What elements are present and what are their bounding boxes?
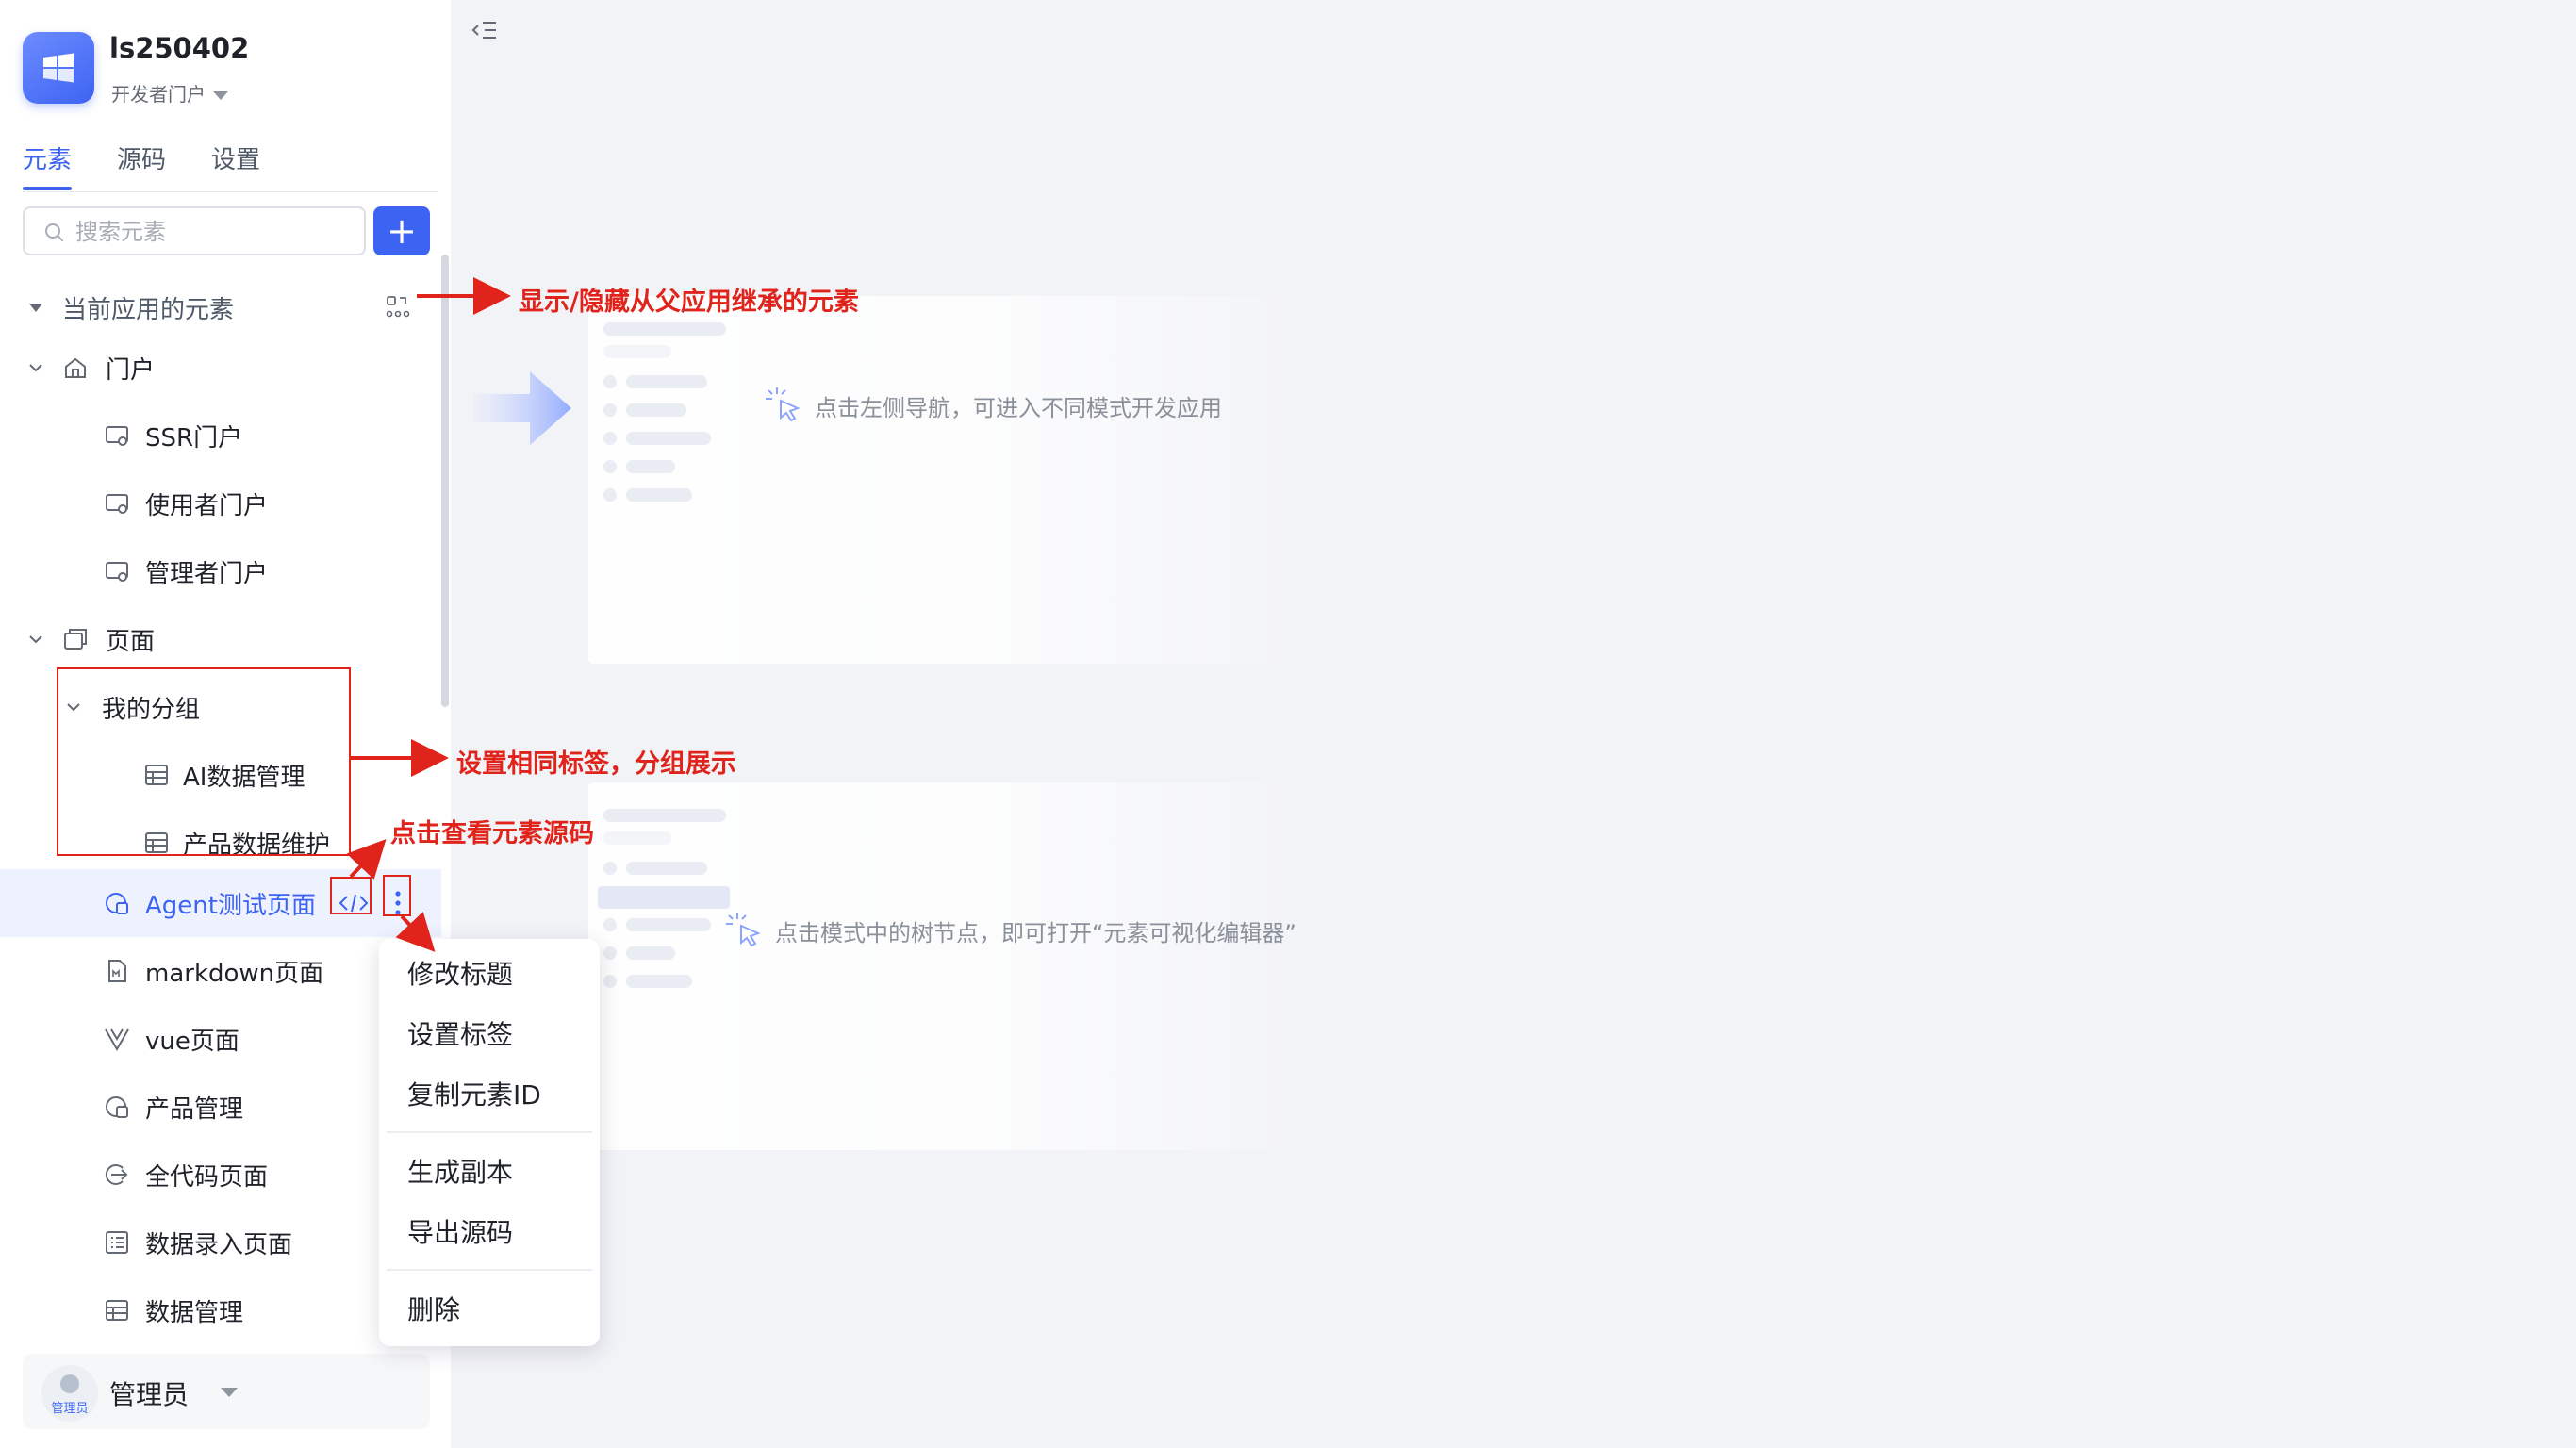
sidebar-tabs: 元素 源码 设置 (23, 141, 438, 192)
portal-switcher[interactable]: 开发者门户 (111, 79, 228, 107)
pages-icon (64, 629, 87, 650)
tree-item-label: markdown页面 (145, 960, 324, 988)
main-area: 点击左侧导航，可进入不同模式开发应用 点击模式中的树节点，即可打开“元素可视化编… (451, 0, 2576, 1448)
menu-item-rename[interactable]: 修改标题 (407, 954, 513, 992)
redirect-icon (105, 1164, 128, 1185)
chevron-down-icon (29, 364, 42, 372)
avatar-head-icon (60, 1374, 79, 1393)
click-cursor-icon (766, 387, 801, 422)
tree-item-label: vue页面 (145, 1028, 239, 1056)
tab-elements[interactable]: 元素 (23, 141, 73, 190)
menu-divider (387, 1269, 592, 1271)
caret-down-icon (221, 1388, 238, 1397)
tree-item-label: 数据录入页面 (145, 1231, 293, 1259)
preview-card-modes: 点击左侧导航，可进入不同模式开发应用 (588, 296, 1324, 664)
user-name: 管理员 (109, 1379, 190, 1410)
annotation-group-tag: 设置相同标签，分组展示 (456, 749, 736, 779)
section-title: 当前应用的元素 (62, 296, 235, 324)
click-cursor-icon (726, 913, 761, 947)
home-icon (65, 357, 86, 378)
tree-item-user-portal[interactable]: 使用者门户 (0, 469, 441, 537)
tree-item-label: 使用者门户 (145, 492, 269, 520)
tree-item-agent-test-page[interactable]: Agent测试页面 (0, 869, 441, 937)
tree-item-label: 全代码页面 (145, 1163, 269, 1192)
element-context-menu: 修改标题 设置标签 复制元素ID 生成副本 导出源码 删除 (379, 939, 600, 1346)
tree-item-label: Agent测试页面 (145, 892, 316, 920)
tree-scrollbar[interactable] (441, 255, 449, 707)
search-input[interactable] (75, 216, 349, 248)
tree-group-pages[interactable]: 页面 (0, 605, 441, 673)
caret-down-icon (29, 304, 42, 312)
tree-item-data-entry-page[interactable]: 数据录入页面 (0, 1209, 441, 1276)
page-icon (106, 893, 128, 914)
form-icon (106, 1231, 128, 1254)
add-element-button[interactable]: + (373, 206, 430, 255)
collapse-sidebar-icon[interactable] (471, 19, 500, 43)
app-header: ls250402 开发者门户 (23, 32, 438, 117)
tree-group-label: 页面 (106, 628, 156, 656)
tree-item-label: 管理者门户 (145, 560, 269, 588)
section-current-app[interactable]: 当前应用的元素 (0, 273, 441, 341)
caret-down-icon (213, 91, 228, 100)
annotation-more-box (383, 875, 411, 916)
tab-source[interactable]: 源码 (117, 141, 166, 189)
chevron-down-icon (29, 635, 42, 644)
guide-arrow-icon (473, 371, 571, 445)
tree-item-label: 产品管理 (145, 1095, 244, 1124)
hint-tree-node: 点击模式中的树节点，即可打开“元素可视化编辑器” (726, 913, 1296, 947)
avatar-badge: 管理员 (51, 1402, 89, 1416)
annotation-inherit-toggle: 显示/隐藏从父应用继承的元素 (519, 288, 859, 317)
app-name: ls250402 (109, 32, 250, 64)
menu-item-copy-id[interactable]: 复制元素ID (407, 1075, 541, 1112)
search-icon (45, 223, 63, 241)
preview-card-tree: 点击模式中的树节点，即可打开“元素可视化编辑器” (588, 782, 1324, 1150)
tab-settings[interactable]: 设置 (211, 141, 260, 189)
annotation-view-source: 点击查看元素源码 (390, 819, 594, 848)
markdown-file-icon (108, 960, 126, 982)
portal-icon (106, 426, 128, 446)
page-icon (106, 1096, 128, 1118)
tree-group-portal[interactable]: 门户 (0, 334, 441, 402)
hint-text: 点击模式中的树节点，即可打开“元素可视化编辑器” (775, 920, 1296, 946)
menu-item-duplicate[interactable]: 生成副本 (407, 1152, 513, 1190)
menu-divider (387, 1131, 592, 1133)
hint-navigation: 点击左侧导航，可进入不同模式开发应用 (766, 387, 1222, 422)
annotation-group-box (57, 667, 351, 856)
tree-item-product-management[interactable]: 产品管理 (0, 1073, 441, 1141)
tree-item-admin-portal[interactable]: 管理者门户 (0, 537, 441, 605)
search-box (23, 206, 366, 255)
menu-item-set-tag[interactable]: 设置标签 (407, 1014, 513, 1052)
portal-icon (106, 494, 128, 514)
avatar: 管理员 (41, 1365, 98, 1422)
tree-item-vue-page[interactable]: vue页面 (0, 1005, 441, 1073)
tree-item-full-code-page[interactable]: 全代码页面 (0, 1141, 441, 1209)
tree-item-label: 数据管理 (145, 1299, 244, 1327)
annotation-code-box (330, 877, 372, 914)
portal-icon (106, 562, 128, 582)
app-logo-icon (23, 32, 94, 104)
tree-item-label: SSR门户 (145, 424, 243, 452)
user-footer[interactable]: 管理员 管理员 (23, 1354, 430, 1429)
tree-group-label: 门户 (106, 356, 156, 385)
hint-text: 点击左侧导航，可进入不同模式开发应用 (815, 395, 1222, 421)
tree-item-data-management[interactable]: 数据管理 (0, 1276, 441, 1344)
inherit-toggle-icon[interactable] (385, 294, 411, 321)
vue-icon (105, 1028, 129, 1052)
portal-label: 开发者门户 (111, 83, 206, 106)
tree-item-ssr-portal[interactable]: SSR门户 (0, 402, 441, 469)
menu-item-export-source[interactable]: 导出源码 (407, 1212, 513, 1250)
menu-item-delete[interactable]: 删除 (407, 1290, 460, 1327)
table-icon (106, 1300, 128, 1321)
tree-item-markdown-page[interactable]: markdown页面 (0, 937, 441, 1005)
